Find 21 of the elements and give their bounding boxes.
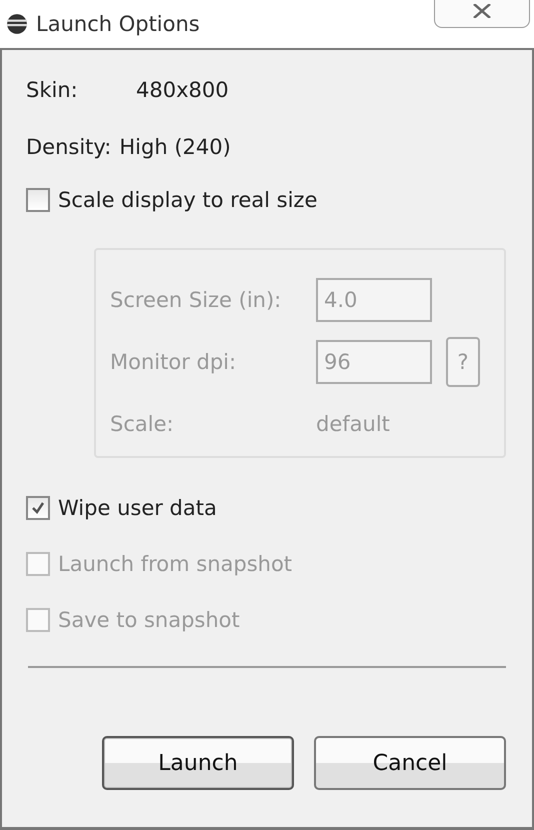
close-icon [471, 4, 493, 18]
field-label: Screen Size (in): [110, 288, 282, 312]
scale-value: default [316, 412, 390, 436]
checkbox[interactable] [26, 188, 50, 212]
app-icon [6, 13, 28, 35]
info-value: 480x800 [136, 78, 229, 102]
checkbox-label: Save to snapshot [58, 608, 240, 632]
dialog-button[interactable]: Cancel [314, 736, 506, 790]
checkbox[interactable] [26, 496, 50, 520]
field-label: Scale: [110, 412, 175, 436]
checkbox-label: Launch from snapshot [58, 552, 292, 576]
checkbox-label: Scale display to real size [58, 188, 318, 212]
info-value: High (240) [119, 135, 231, 159]
info-label: Skin: [26, 78, 79, 102]
window-title: Launch Options [36, 12, 200, 36]
close-button[interactable] [434, 0, 530, 28]
dialog-button[interactable]: Launch [102, 736, 294, 790]
checkbox-label: Wipe user data [58, 496, 217, 520]
info-label: Density: [26, 135, 112, 159]
field-label: Monitor dpi: [110, 350, 238, 374]
check-icon [31, 501, 45, 515]
